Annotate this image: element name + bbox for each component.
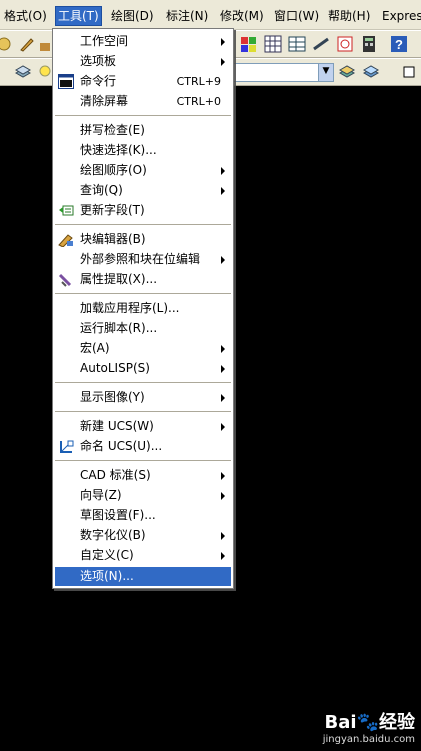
- watermark-url: jingyan.baidu.com: [322, 734, 415, 745]
- watermark: Bai🐾经验 jingyan.baidu.com: [323, 708, 415, 745]
- menu-item-drafting-settings[interactable]: 草图设置(F)...: [55, 506, 231, 525]
- menu-item-load-application[interactable]: 加载应用程序(L)...: [55, 299, 231, 318]
- palette-icon[interactable]: [240, 35, 258, 53]
- menu-item-cad-standards[interactable]: CAD 标准(S): [55, 466, 231, 485]
- menu-tools[interactable]: 工具(T): [55, 6, 102, 26]
- menu-item-draw-order[interactable]: 绘图顺序(O): [55, 161, 231, 180]
- svg-text:?: ?: [395, 37, 403, 52]
- menu-item-run-script[interactable]: 运行脚本(R)...: [55, 319, 231, 338]
- attribute-extract-icon: [58, 272, 74, 287]
- menu-item-inquiry[interactable]: 查询(Q): [55, 181, 231, 200]
- menu-item-options[interactable]: 选项(N)...: [55, 567, 231, 586]
- submenu-arrow-icon: [221, 256, 225, 264]
- menu-item-spelling[interactable]: 拼写检查(E): [55, 121, 231, 140]
- menu-separator: [55, 293, 231, 295]
- menu-item-xref-inplace-edit[interactable]: 外部参照和块在位编辑: [55, 250, 231, 269]
- menu-separator: [55, 224, 231, 226]
- layer-manager-icon[interactable]: [14, 63, 32, 81]
- layer-dropdown[interactable]: ▼: [232, 63, 334, 82]
- paw-icon: 🐾: [356, 712, 379, 733]
- menu-item-named-ucs[interactable]: 命名 UCS(U)...: [55, 437, 231, 456]
- menu-item-tablet[interactable]: 数字化仪(B): [55, 526, 231, 545]
- pen-icon[interactable]: [18, 35, 36, 53]
- menu-separator: [55, 460, 231, 462]
- layer-previous-icon[interactable]: [338, 63, 356, 81]
- menu-item-attribute-extract[interactable]: 属性提取(X)...: [55, 270, 231, 289]
- named-ucs-icon: [58, 439, 74, 454]
- menu-draw[interactable]: 绘图(D): [109, 7, 156, 25]
- tools-menu: 工作空间 选项板 命令行 CTRL+9 清除屏幕 CTRL+0 拼写检查(E) 快速…: [52, 28, 234, 589]
- menu-item-workspaces[interactable]: 工作空间: [55, 32, 231, 51]
- hyperlink-icon[interactable]: [336, 35, 354, 53]
- menu-item-customize[interactable]: 自定义(C): [55, 546, 231, 565]
- submenu-arrow-icon: [221, 492, 225, 500]
- menu-item-block-editor[interactable]: 块编辑器(B): [55, 230, 231, 249]
- menu-item-autolisp[interactable]: AutoLISP(S): [55, 359, 231, 378]
- submenu-arrow-icon: [221, 167, 225, 175]
- submenu-arrow-icon: [221, 187, 225, 195]
- color-control-icon[interactable]: [400, 63, 418, 81]
- menu-item-display-image[interactable]: 显示图像(Y): [55, 388, 231, 407]
- submenu-arrow-icon: [221, 423, 225, 431]
- calculator-icon[interactable]: [360, 35, 378, 53]
- block-editor-icon: [58, 232, 74, 248]
- baidu-logo: Bai🐾经验: [324, 712, 415, 733]
- submenu-arrow-icon: [221, 365, 225, 373]
- menu-window[interactable]: 窗口(W): [272, 7, 321, 25]
- menu-item-quick-select[interactable]: 快速选择(K)...: [55, 141, 231, 160]
- menu-item-wizards[interactable]: 向导(Z): [55, 486, 231, 505]
- menu-format[interactable]: 格式(O): [2, 7, 49, 25]
- menu-item-update-fields[interactable]: 更新字段(T): [55, 201, 231, 220]
- menu-dimension[interactable]: 标注(N): [164, 7, 210, 25]
- submenu-arrow-icon: [221, 345, 225, 353]
- menu-separator: [55, 382, 231, 384]
- grid-icon[interactable]: [264, 35, 282, 53]
- menu-item-palettes[interactable]: 选项板: [55, 52, 231, 71]
- submenu-arrow-icon: [221, 38, 225, 46]
- submenu-arrow-icon: [221, 394, 225, 402]
- menu-help[interactable]: 帮助(H): [326, 7, 372, 25]
- update-fields-icon: [58, 203, 74, 218]
- menu-item-command-line[interactable]: 命令行 CTRL+9: [55, 72, 231, 91]
- menu-separator: [55, 411, 231, 413]
- chevron-down-icon[interactable]: ▼: [318, 64, 333, 81]
- menu-modify[interactable]: 修改(M): [218, 7, 266, 25]
- submenu-arrow-icon: [221, 532, 225, 540]
- measure-icon[interactable]: [312, 35, 330, 53]
- menu-express[interactable]: Express: [380, 7, 421, 25]
- menu-bar: 格式(O) 工具(T) 绘图(D) 标注(N) 修改(M) 窗口(W) 帮助(H…: [0, 0, 421, 30]
- menu-item-clean-screen[interactable]: 清除屏幕 CTRL+0: [55, 92, 231, 111]
- menu-item-new-ucs[interactable]: 新建 UCS(W): [55, 417, 231, 436]
- layer-states-icon[interactable]: [362, 63, 380, 81]
- command-line-icon: [58, 74, 74, 89]
- open-icon[interactable]: [0, 35, 18, 53]
- submenu-arrow-icon: [221, 58, 225, 66]
- menu-item-macro[interactable]: 宏(A): [55, 339, 231, 358]
- menu-separator: [55, 115, 231, 117]
- submenu-arrow-icon: [221, 552, 225, 560]
- table-icon[interactable]: [288, 35, 306, 53]
- submenu-arrow-icon: [221, 472, 225, 480]
- help-icon[interactable]: ?: [390, 35, 408, 53]
